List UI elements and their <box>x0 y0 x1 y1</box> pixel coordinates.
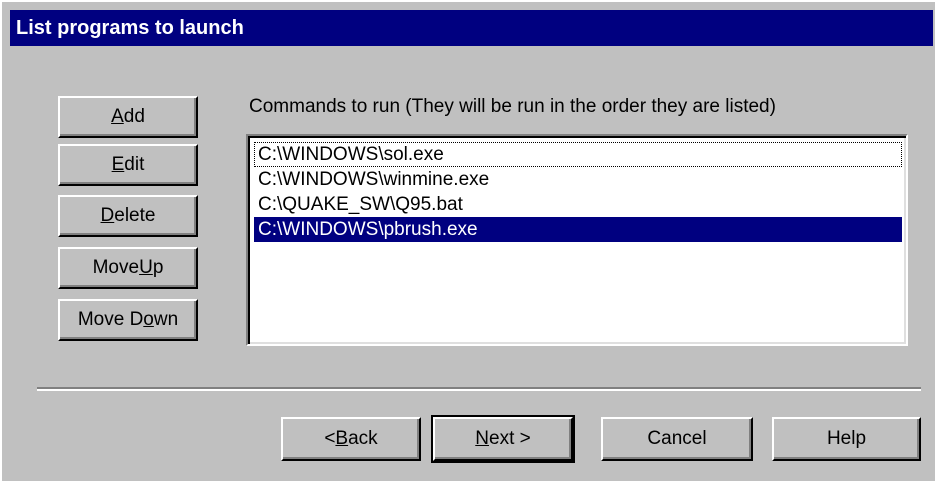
commands-listbox[interactable]: C:\WINDOWS\sol.exe C:\WINDOWS\winmine.ex… <box>246 134 908 346</box>
next-button[interactable]: Next > <box>431 415 575 463</box>
move-down-button[interactable]: Move Do wn <box>58 299 198 341</box>
list-item[interactable]: C:\WINDOWS\sol.exe <box>254 142 902 167</box>
edit-button[interactable]: Edit <box>58 144 198 186</box>
window-title: List programs to launch <box>16 17 244 39</box>
separator <box>37 387 921 391</box>
list-item[interactable]: C:\QUAKE_SW\Q95.bat <box>254 192 902 217</box>
add-button[interactable]: Add <box>58 96 198 138</box>
help-button[interactable]: Help <box>772 417 921 461</box>
back-button[interactable]: < Back <box>281 417 421 461</box>
move-up-button[interactable]: Move Up <box>58 247 198 289</box>
list-item[interactable]: C:\WINDOWS\winmine.exe <box>254 167 902 192</box>
wizard-window: List programs to launch Add Edit Delete … <box>0 0 935 481</box>
commands-label: Commands to run (They will be run in the… <box>249 96 776 117</box>
cancel-button[interactable]: Cancel <box>601 417 753 461</box>
list-item[interactable]: C:\WINDOWS\pbrush.exe <box>254 217 902 242</box>
delete-button[interactable]: Delete <box>58 195 198 237</box>
title-bar: List programs to launch <box>10 10 933 46</box>
